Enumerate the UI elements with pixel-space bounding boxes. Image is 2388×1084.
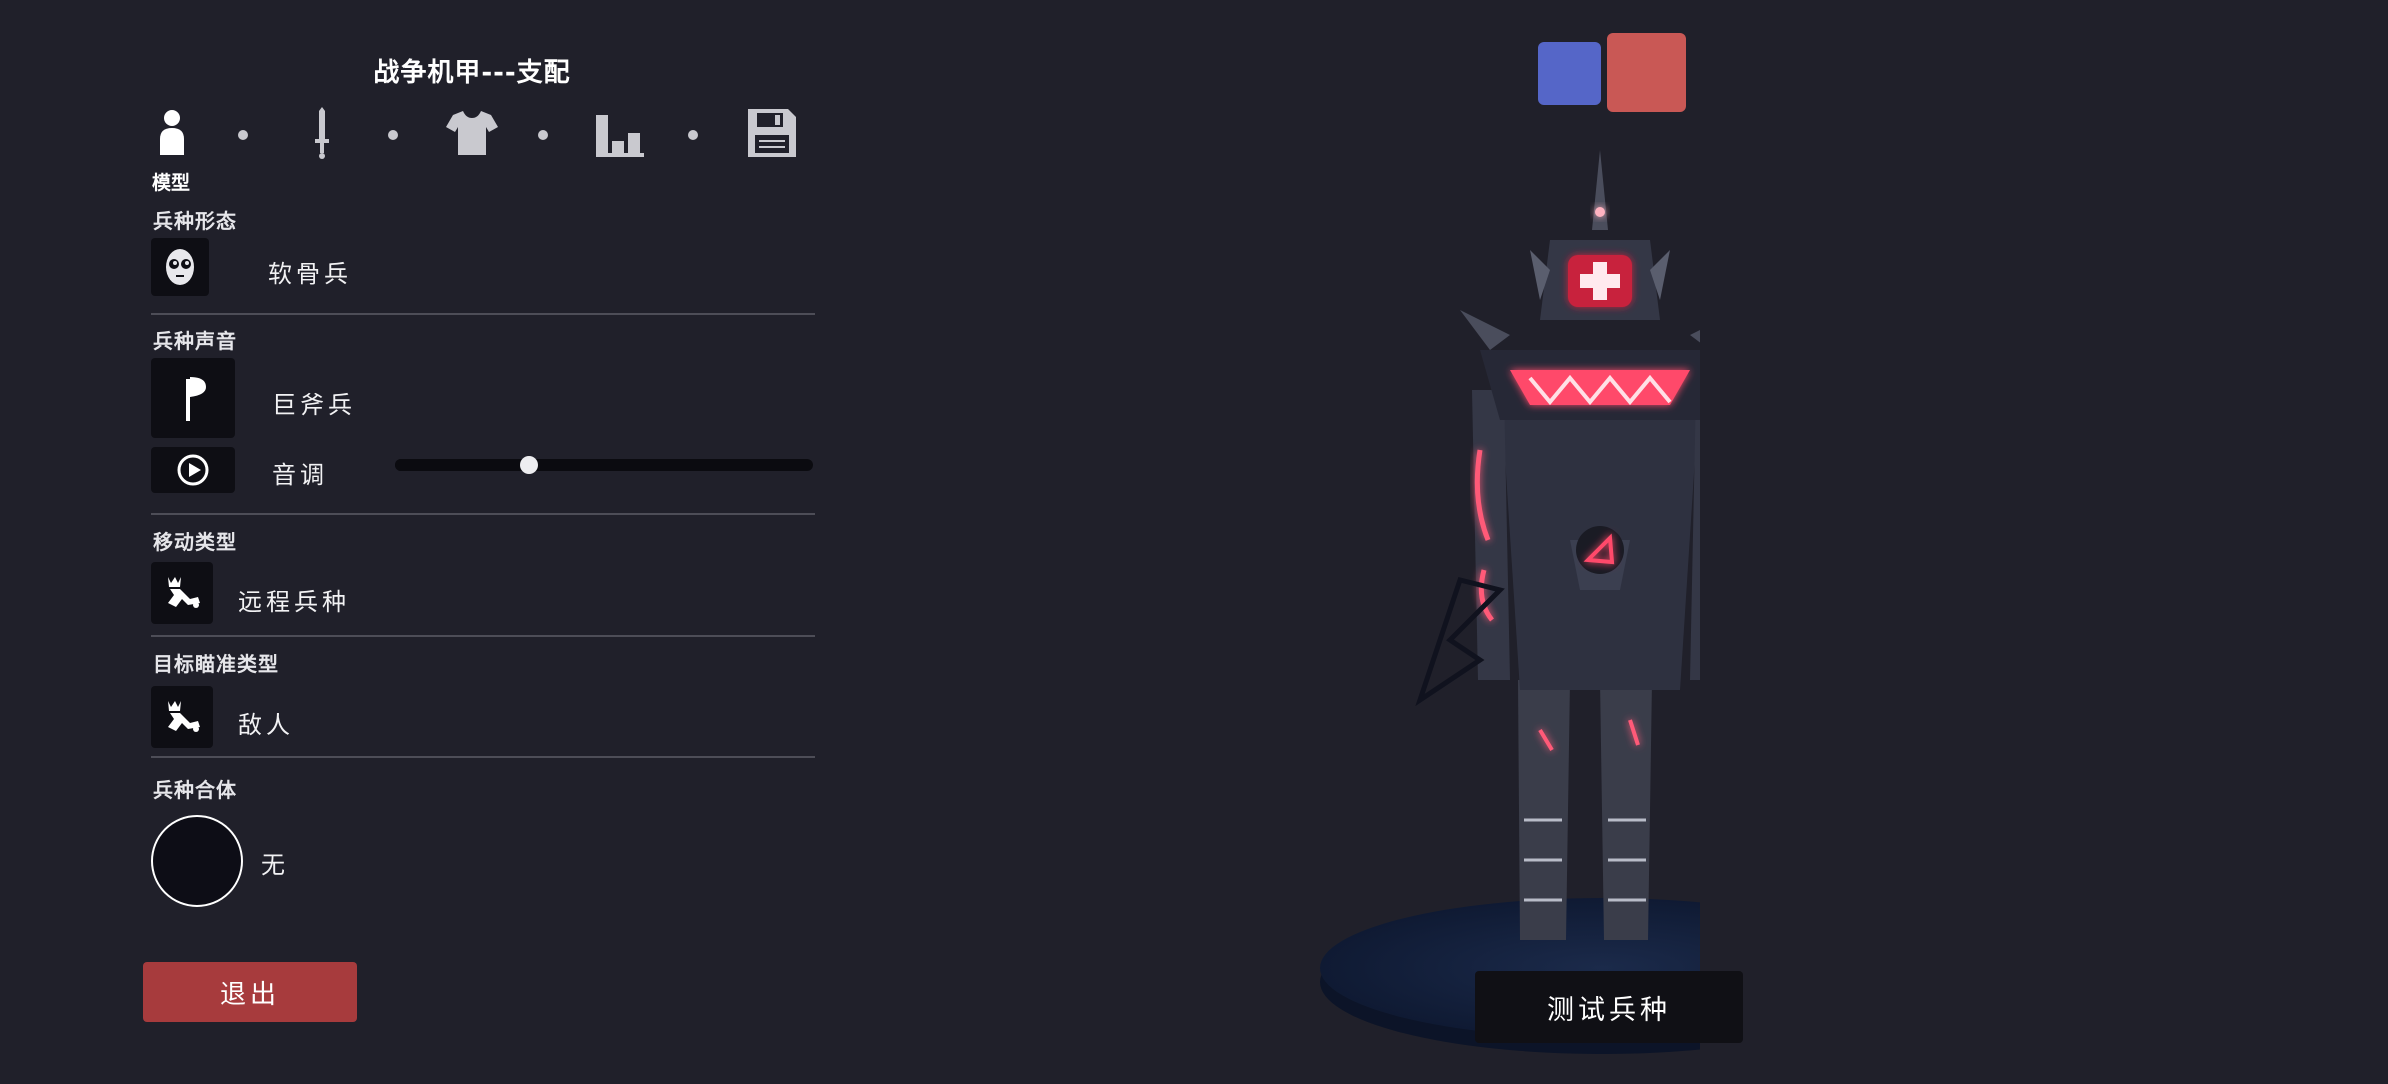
mask-face-icon bbox=[166, 249, 194, 285]
divider bbox=[151, 313, 815, 315]
crown-figure-icon bbox=[168, 577, 200, 608]
pitch-slider[interactable] bbox=[395, 456, 813, 474]
armored-unit-figure bbox=[1320, 150, 1884, 1054]
play-icon bbox=[177, 454, 209, 486]
targeting-value: 敌人 bbox=[238, 711, 294, 739]
unit-preview bbox=[1100, 120, 1884, 1080]
section-form-label: 兵种形态 bbox=[153, 209, 237, 233]
current-step-label: 模型 bbox=[152, 172, 191, 194]
step-separator-dot bbox=[388, 130, 398, 140]
section-combine-label: 兵种合体 bbox=[153, 778, 237, 802]
bar-chart-icon bbox=[596, 115, 644, 157]
step-separator-dot bbox=[238, 130, 248, 140]
step-weapon-icon[interactable] bbox=[298, 105, 354, 161]
axe-icon bbox=[186, 377, 206, 421]
pitch-slider-handle[interactable] bbox=[519, 456, 538, 474]
step-model-icon[interactable] bbox=[148, 105, 204, 161]
play-voice-button[interactable] bbox=[151, 447, 235, 493]
sword-icon bbox=[315, 107, 329, 159]
unit-title: 战争机甲---支配 bbox=[373, 58, 571, 88]
floppy-disk-icon bbox=[748, 109, 796, 157]
exit-button[interactable]: 退出 bbox=[143, 962, 357, 1022]
voice-value: 巨斧兵 bbox=[272, 391, 356, 419]
divider bbox=[151, 513, 815, 515]
shirt-icon bbox=[446, 111, 498, 155]
form-select-button[interactable] bbox=[151, 238, 209, 296]
team-blue-button[interactable] bbox=[1538, 42, 1601, 105]
targeting-select-button[interactable] bbox=[151, 686, 213, 748]
section-movement-label: 移动类型 bbox=[153, 530, 237, 554]
editor-steps bbox=[148, 105, 808, 165]
movement-select-button[interactable] bbox=[151, 562, 213, 624]
divider bbox=[151, 635, 815, 637]
step-separator-dot bbox=[538, 130, 548, 140]
combine-select-button[interactable] bbox=[151, 815, 243, 907]
section-voice-label: 兵种声音 bbox=[153, 329, 237, 353]
team-red-button[interactable] bbox=[1607, 33, 1686, 112]
test-unit-button[interactable]: 测试兵种 bbox=[1475, 971, 1743, 1043]
person-icon bbox=[160, 110, 184, 155]
step-clothing-icon[interactable] bbox=[444, 105, 500, 161]
step-save-icon[interactable] bbox=[744, 105, 800, 161]
pitch-slider-fill bbox=[395, 459, 529, 471]
voice-select-button[interactable] bbox=[151, 358, 235, 438]
crown-figure-icon bbox=[168, 701, 200, 732]
movement-value: 远程兵种 bbox=[238, 588, 350, 616]
form-value: 软骨兵 bbox=[268, 260, 352, 288]
divider bbox=[151, 756, 815, 758]
section-targeting-label: 目标瞄准类型 bbox=[153, 652, 279, 676]
pitch-label: 音调 bbox=[272, 461, 328, 489]
step-separator-dot bbox=[688, 130, 698, 140]
combine-value: 无 bbox=[261, 851, 289, 879]
step-stats-icon[interactable] bbox=[594, 105, 650, 161]
